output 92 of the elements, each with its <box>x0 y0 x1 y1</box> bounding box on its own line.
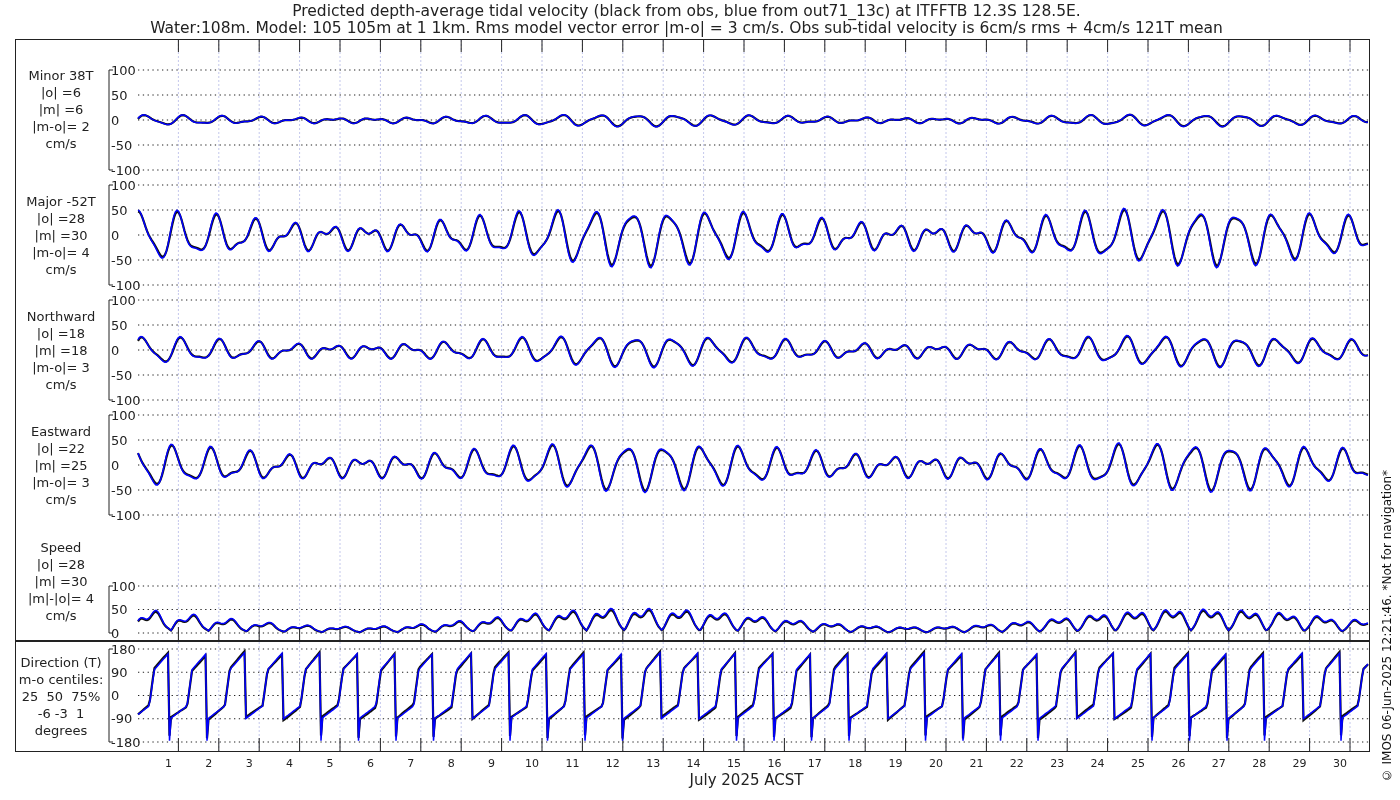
panel-label: |o| =18 <box>36 325 86 342</box>
panel-label: |o| =6 <box>41 83 81 101</box>
tick-label: 6 <box>366 757 374 770</box>
tick-label: -100 <box>111 507 141 523</box>
tick-label: 100 <box>111 178 136 193</box>
tick-label: 10 <box>525 757 539 770</box>
tick-label: 4 <box>286 757 294 770</box>
panel-label: m-o centiles: <box>18 671 104 688</box>
tick-label: 100 <box>111 293 136 308</box>
panel-label: Eastward <box>31 423 91 440</box>
tick-label: -100 <box>111 162 141 178</box>
panel-label: |m| =18 <box>34 342 88 359</box>
tick-label: 12 <box>605 757 620 770</box>
panel-label: cm/s <box>45 261 77 278</box>
panel-label: |o| =28 <box>36 556 86 573</box>
panel-label: Minor 38T <box>28 66 94 84</box>
panel-label: |o| =22 <box>36 440 86 457</box>
tick-label: 8 <box>447 757 455 770</box>
tick-label: 100 <box>111 408 136 423</box>
tick-label: 0 <box>111 227 120 243</box>
panel-label: |m|-|o|= 4 <box>27 590 95 607</box>
tick-label: 50 <box>111 432 128 448</box>
panel-label: cm/s <box>45 607 77 624</box>
panel-label: |m-o|= 3 <box>32 359 90 376</box>
tick-label: 7 <box>407 757 415 770</box>
tick-label: 0 <box>111 625 120 640</box>
panel-label: Major -52T <box>26 193 96 210</box>
tick-label: 28 <box>1252 757 1267 770</box>
tick-label: 13 <box>646 757 661 770</box>
panel-label: cm/s <box>45 134 77 152</box>
tick-label: -50 <box>111 482 133 498</box>
tick-label: 0 <box>111 457 120 473</box>
tick-label: 3 <box>245 757 253 770</box>
panel-label: Direction (T) <box>20 654 102 671</box>
tick-label: 100 <box>111 578 136 594</box>
panel-label: |m| =30 <box>34 227 88 244</box>
tick-label: 19 <box>888 757 903 770</box>
tick-label: 20 <box>929 757 943 770</box>
tick-label: 30 <box>1333 757 1347 770</box>
panel-label: |m| =25 <box>34 457 88 474</box>
tick-label: 23 <box>1050 757 1065 770</box>
tick-label: 9 <box>488 757 496 770</box>
tick-label: -50 <box>111 252 133 268</box>
panel-label: |m-o|= 2 <box>32 117 90 135</box>
credit-text: © IMOS 06-Jun-2025 12:21:46. *Not for navigation* <box>1379 469 1394 782</box>
tick-label: 50 <box>111 202 128 218</box>
tick-label: 1 <box>164 757 172 770</box>
tick-label: 50 <box>111 87 128 103</box>
panel-label: |o| =28 <box>36 210 86 227</box>
tick-label: 50 <box>111 317 128 333</box>
tick-label: 5 <box>326 757 334 770</box>
tick-label: 25 <box>1131 757 1145 770</box>
tick-label: 0 <box>111 112 120 128</box>
tick-label: 22 <box>1009 757 1024 770</box>
tick-label: 50 <box>111 602 128 617</box>
tick-label: -100 <box>111 277 141 293</box>
tick-label: 180 <box>111 642 136 657</box>
tick-label: 14 <box>686 757 701 770</box>
tick-label: 90 <box>111 664 128 680</box>
panel-label: |m| =6 <box>38 100 84 118</box>
tick-label: 11 <box>565 757 580 770</box>
panel-label: 25 50 75% <box>21 688 101 705</box>
axis-title: July 2025 ACST <box>689 772 804 789</box>
chart-subtitle: Water:108m. Model: 105 105m at 1 1km. Rms model vector error |m-o| = 3 cm/s. Obs sub-tidal velocity is 6cm/s rms + 4cm/s 121T mean <box>150 20 1223 37</box>
tick-label: 18 <box>848 757 863 770</box>
tick-label: 29 <box>1292 757 1307 770</box>
panel-label: |m| =30 <box>34 573 88 590</box>
tick-label: 27 <box>1211 757 1226 770</box>
panel-label: Speed <box>40 539 82 556</box>
tick-label: -180 <box>111 734 141 750</box>
tick-label: 0 <box>111 342 120 358</box>
panel-label: cm/s <box>45 491 77 508</box>
tick-label: 21 <box>969 757 984 770</box>
tick-label: -90 <box>111 711 133 727</box>
tick-label: 17 <box>807 757 822 770</box>
tick-label: 24 <box>1090 757 1105 770</box>
panel-label: degrees <box>34 722 88 739</box>
tick-label: 15 <box>727 757 741 770</box>
tick-label: -50 <box>111 367 133 383</box>
tick-label: 0 <box>111 688 120 703</box>
panel-label: cm/s <box>45 376 77 393</box>
panel-label: Northward <box>26 308 96 325</box>
tick-label: 100 <box>111 62 136 78</box>
tick-label: -100 <box>111 392 141 408</box>
panel-label: |m-o|= 3 <box>32 474 90 491</box>
tick-label: 16 <box>767 757 782 770</box>
tick-label: -50 <box>111 137 133 153</box>
tick-label: 2 <box>205 757 213 770</box>
tick-label: 26 <box>1171 757 1186 770</box>
chart-title: Predicted depth-average tidal velocity (black from obs, blue from out71_13c) at ITFFTB 12.3S 128.5E. <box>292 3 1081 20</box>
panel-label: -6 -3 1 <box>37 705 85 722</box>
panel-label: |m-o|= 4 <box>32 244 90 261</box>
